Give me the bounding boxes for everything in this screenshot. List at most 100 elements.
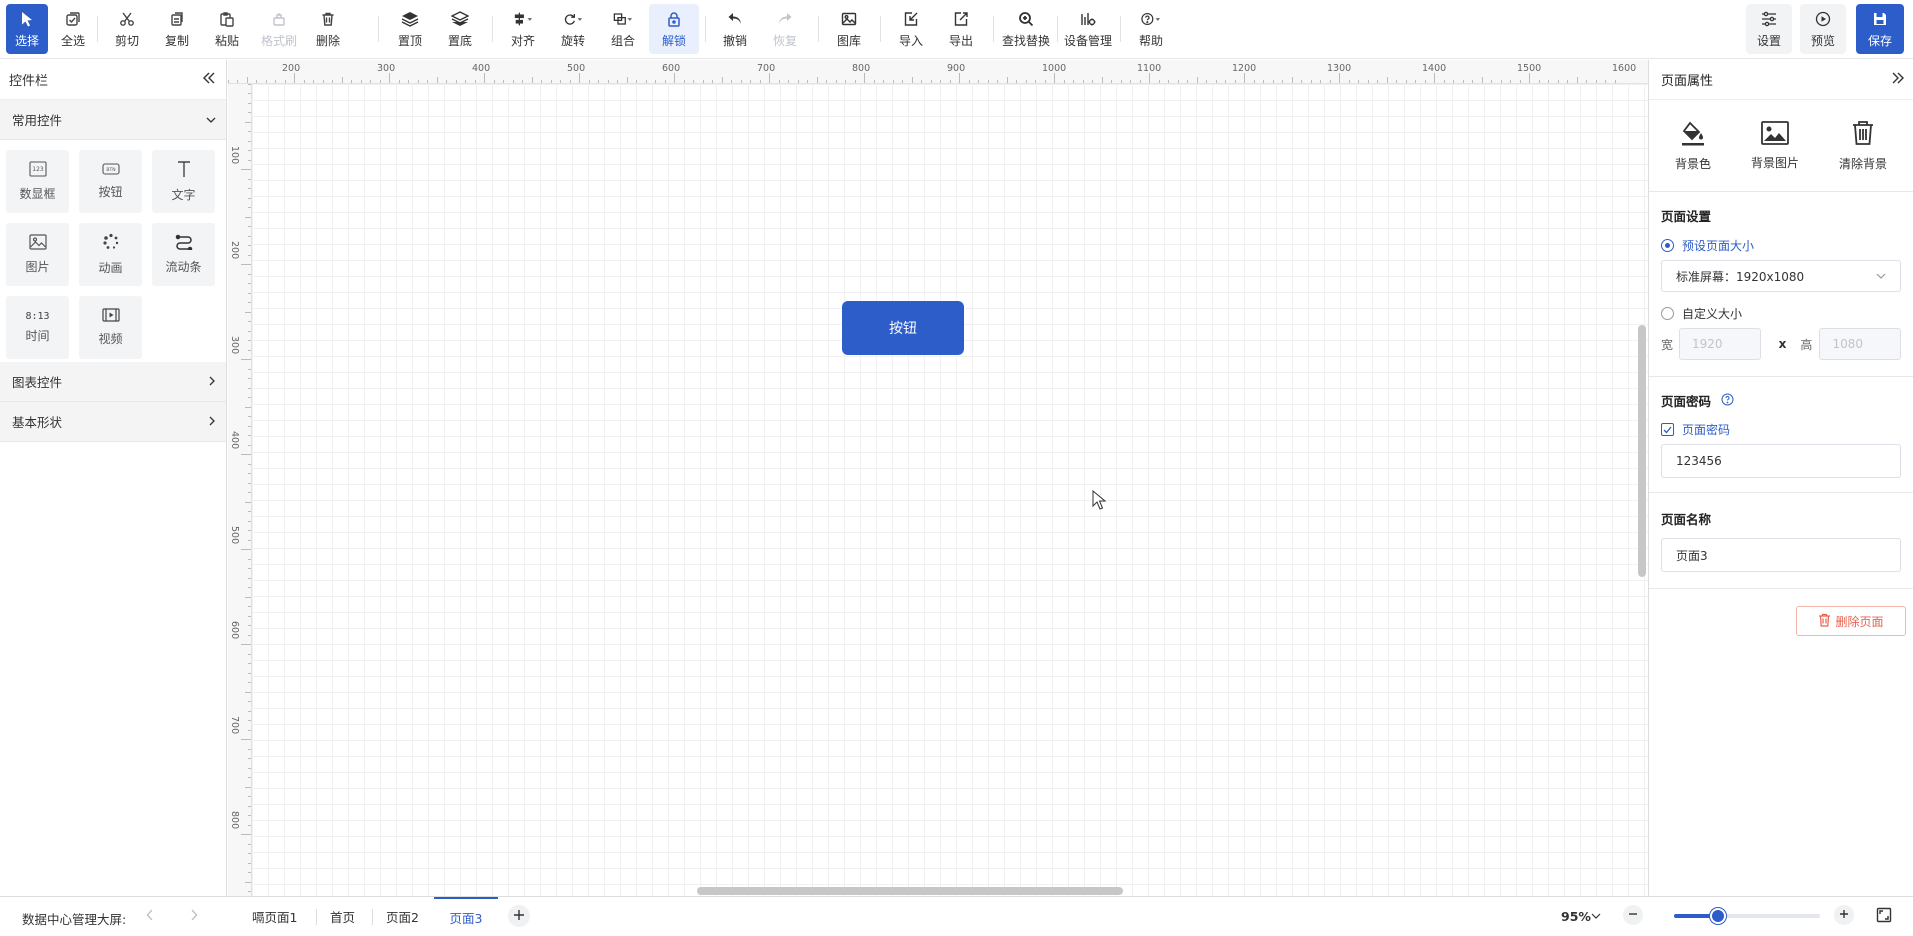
preset-size-select[interactable]: 标准屏幕：1920x1080 (1661, 260, 1901, 292)
find-replace-button[interactable]: 查找替换 (1000, 4, 1052, 54)
preview-button[interactable]: 预览 (1800, 4, 1846, 54)
control-image[interactable]: 图片 (6, 223, 69, 286)
collapse-right-icon[interactable] (1891, 72, 1905, 87)
ruler-label: 100 (229, 146, 240, 165)
delete-page-button[interactable]: 删除页面 (1796, 606, 1906, 636)
ruler-tick (1282, 80, 1283, 83)
ruler-tick (248, 188, 251, 189)
password-checkbox[interactable] (1661, 423, 1674, 436)
floppy-icon (1870, 9, 1890, 29)
control-animation[interactable]: 动画 (79, 223, 142, 286)
control-number-box[interactable]: 123 数显框 (6, 150, 69, 213)
password-checkbox-row[interactable]: 页面密码 (1661, 421, 1901, 438)
gallery-button[interactable]: 图库 (828, 4, 870, 54)
copy-button[interactable]: 复制 (156, 4, 198, 54)
prev-tab-icon[interactable] (146, 909, 154, 924)
zoom-slider-handle[interactable] (1709, 908, 1726, 924)
layers-top-icon (400, 9, 420, 29)
bring-top-button[interactable]: 置顶 (389, 4, 431, 54)
control-label: 文字 (171, 188, 196, 202)
import-button[interactable]: 导入 (890, 4, 932, 54)
design-canvas[interactable]: 按钮 (252, 84, 1648, 896)
select-all-button[interactable]: 全选 (52, 4, 94, 54)
ruler-tick (248, 539, 251, 541)
password-input[interactable]: 123456 (1661, 444, 1901, 478)
cut-button[interactable]: 剪切 (106, 4, 148, 54)
preset-size-option[interactable]: 预设页面大小 (1661, 237, 1901, 254)
zoom-out-button[interactable] (1623, 905, 1643, 925)
export-button[interactable]: 导出 (940, 4, 982, 54)
ruler-tick (1529, 73, 1530, 83)
bg-image-button[interactable]: 背景图片 (1751, 120, 1799, 171)
custom-size-option[interactable]: 自定义大小 (1661, 305, 1901, 322)
ruler-label: 1000 (1042, 63, 1067, 74)
page-tab[interactable]: 页面2 (374, 897, 431, 936)
question-circle-icon[interactable] (1721, 393, 1734, 409)
ruler-tick (1576, 77, 1578, 83)
vertical-scrollbar[interactable] (1638, 325, 1646, 577)
select-button[interactable]: 选择 (6, 4, 48, 54)
ruler-tick (1044, 80, 1046, 83)
zoom-slider-track[interactable] (1674, 908, 1820, 924)
control-label: 按钮 (98, 185, 123, 199)
delete-button[interactable]: 删除 (307, 4, 349, 54)
save-button[interactable]: 保存 (1856, 4, 1904, 54)
zoom-dropdown-icon[interactable] (1591, 909, 1601, 923)
custom-size-radio[interactable] (1661, 307, 1674, 320)
tab-separator (316, 909, 317, 925)
copy-icon (167, 9, 187, 29)
ruler-tick (248, 84, 251, 85)
ruler-tick (921, 80, 922, 83)
ruler-tick (360, 80, 362, 83)
page-name-input[interactable]: 页面3 (1661, 538, 1901, 572)
preset-size-radio[interactable] (1661, 239, 1674, 252)
group-common-controls[interactable]: 常用控件 (0, 100, 226, 140)
properties-title: 页面属性 (1661, 74, 1714, 89)
add-page-button[interactable] (508, 905, 530, 927)
fullscreen-icon[interactable] (1876, 907, 1892, 926)
next-tab-icon[interactable] (190, 909, 198, 924)
settings-button[interactable]: 设置 (1746, 4, 1792, 54)
horizontal-scrollbar[interactable] (697, 887, 1123, 895)
help-button[interactable]: 帮助 (1130, 4, 1172, 54)
align-button[interactable]: 对齐 (502, 4, 544, 54)
unlock-button[interactable]: 解锁 (649, 4, 699, 54)
rotate-button[interactable]: 旋转 (552, 4, 594, 54)
device-manage-button[interactable]: 设备管理 (1062, 4, 1114, 54)
group-basic-shapes[interactable]: 基本形状 (0, 402, 226, 442)
ruler-tick (1253, 80, 1255, 83)
group-button[interactable]: 组合 (602, 4, 644, 54)
ruler-label: 1100 (1137, 63, 1162, 74)
collapse-left-icon[interactable] (202, 72, 216, 88)
ruler-tick (248, 340, 251, 341)
zoom-in-button[interactable] (1834, 905, 1854, 925)
paste-button[interactable]: 粘贴 (206, 4, 248, 54)
width-input[interactable]: 1920 (1679, 328, 1761, 360)
undo-button[interactable]: 撤销 (714, 4, 756, 54)
control-time[interactable]: 8:13 时间 (6, 296, 69, 359)
clear-bg-button[interactable]: 清除背景 (1839, 120, 1887, 172)
page-tab[interactable]: 首页 (318, 897, 367, 936)
control-text[interactable]: 文字 (152, 150, 215, 213)
ruler-tick (1215, 80, 1217, 83)
ruler-tick (248, 891, 251, 892)
ruler-tick (248, 321, 251, 322)
canvas-button-widget[interactable]: 按钮 (842, 301, 964, 355)
ruler-tick (1234, 80, 1236, 83)
bg-color-button[interactable]: 背景色 (1675, 120, 1711, 172)
redo-button[interactable]: 恢复 (764, 4, 806, 54)
preview-label: 预览 (1810, 34, 1835, 48)
control-video[interactable]: 视频 (79, 296, 142, 359)
ruler-label: 1500 (1517, 63, 1542, 74)
page-tab-active[interactable]: 页面3 (434, 897, 498, 936)
control-flow-bar[interactable]: 流动条 (152, 223, 215, 286)
page-tab[interactable]: 嗝页面1 (240, 897, 309, 936)
format-painter-button[interactable]: 格式刷 (257, 4, 301, 54)
height-input[interactable]: 1080 (1819, 328, 1901, 360)
ruler-tick (248, 482, 251, 484)
ruler-tick (1595, 80, 1597, 83)
send-bottom-button[interactable]: 置底 (439, 4, 481, 54)
control-button[interactable]: BTN 按钮 (79, 150, 142, 213)
group-chart-controls[interactable]: 图表控件 (0, 362, 226, 402)
ruler-tick (1434, 73, 1435, 83)
